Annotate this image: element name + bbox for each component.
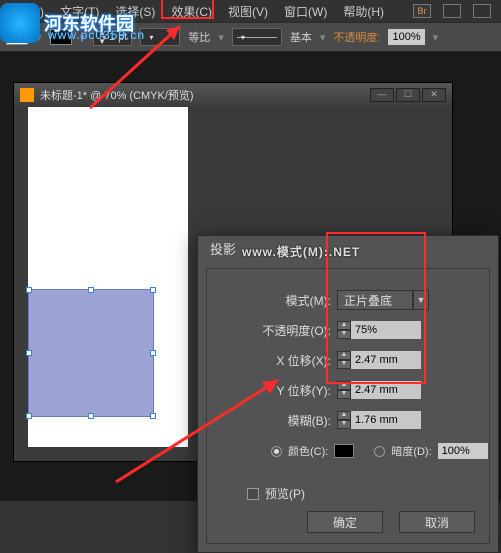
x-offset-value[interactable]: 2.47 mm <box>351 351 421 369</box>
menu-view[interactable]: 视图(V) <box>220 3 276 20</box>
darkness-label: 暗度(D): <box>391 443 431 459</box>
blur-value[interactable]: 1.76 mm <box>351 411 421 429</box>
ai-doc-icon <box>20 88 34 102</box>
blur-label: 模糊(B): <box>207 412 337 429</box>
color-radio[interactable] <box>271 446 282 457</box>
scale-label: 等比 <box>188 29 210 45</box>
preview-checkbox[interactable] <box>247 488 259 500</box>
brush-def[interactable]: ▾ <box>232 28 282 46</box>
mode-label: 模式(M): <box>207 292 337 309</box>
x-offset-stepper[interactable]: ▲▼ <box>337 351 351 369</box>
arrange-icon[interactable] <box>443 4 461 18</box>
fill-swatch[interactable] <box>6 29 28 45</box>
blur-stepper[interactable]: ▲▼ <box>337 411 351 429</box>
watermark-overlay: www.模式(M):.NET <box>242 243 360 260</box>
menu-type[interactable]: 文字(T) <box>52 3 107 20</box>
opacity-label: 不透明度(O): <box>207 322 337 339</box>
menu-bar: †象(O) 文字(T) 选择(S) 效果(C) 视图(V) 窗口(W) 帮助(H… <box>0 0 501 22</box>
mode-select[interactable]: 正片叠底 <box>337 290 413 310</box>
stroke-weight-field[interactable]: ▲▼1 pt▾ <box>93 28 132 46</box>
opacity-value[interactable]: 75% <box>351 321 421 339</box>
y-offset-stepper[interactable]: ▲▼ <box>337 381 351 399</box>
menu-effect[interactable]: 效果(C) <box>163 3 220 20</box>
mode-dropdown-button[interactable]: ▼ <box>413 290 429 310</box>
y-offset-value[interactable]: 2.47 mm <box>351 381 421 399</box>
ok-button[interactable]: 确定 <box>307 511 383 533</box>
options-bar: ▾ ▾ ▲▼1 pt▾ ▾ 等比▾ ▾ 基本▾ 不透明度: 100%▾ <box>0 22 501 52</box>
menu-help[interactable]: 帮助(H) <box>335 3 392 20</box>
menu-object[interactable]: †象(O) <box>0 3 52 20</box>
darkness-value[interactable]: 100% <box>438 443 488 459</box>
menu-window[interactable]: 窗口(W) <box>276 3 335 20</box>
screen-mode-icon[interactable] <box>473 4 491 18</box>
opacity-stepper[interactable]: ▲▼ <box>337 321 351 339</box>
workspace: 未标题-1* @ 70% (CMYK/预览) — ☐ ✕ 投影 模式(M): 正… <box>0 52 501 501</box>
opacity-field[interactable]: 100% <box>388 29 424 45</box>
cancel-button[interactable]: 取消 <box>399 511 475 533</box>
preview-label: 预览(P) <box>265 485 305 502</box>
x-offset-label: X 位移(X): <box>207 352 337 369</box>
opacity-label: 不透明度: <box>333 29 380 45</box>
document-title: 未标题-1* @ 70% (CMYK/预览) <box>40 87 194 103</box>
style-label: 基本 <box>290 29 312 45</box>
bridge-icon[interactable]: Br <box>413 4 431 18</box>
document-titlebar: 未标题-1* @ 70% (CMYK/预览) — ☐ ✕ <box>14 83 452 107</box>
stroke-swatch[interactable] <box>50 29 72 45</box>
drop-shadow-dialog: 投影 模式(M): 正片叠底 ▼ 不透明度(O): ▲▼ 75% X 位移(X)… <box>197 235 499 553</box>
window-close[interactable]: ✕ <box>422 88 446 102</box>
window-minimize[interactable]: — <box>370 88 394 102</box>
shadow-color-swatch[interactable] <box>334 444 354 458</box>
menu-select[interactable]: 选择(S) <box>107 3 163 20</box>
color-label: 颜色(C): <box>288 443 328 459</box>
variable-width-profile[interactable]: ▾ <box>140 28 180 46</box>
window-maximize[interactable]: ☐ <box>396 88 420 102</box>
darkness-radio[interactable] <box>374 446 385 457</box>
y-offset-label: Y 位移(Y): <box>207 382 337 399</box>
artboard[interactable] <box>28 107 188 447</box>
selected-rectangle[interactable] <box>28 289 154 417</box>
